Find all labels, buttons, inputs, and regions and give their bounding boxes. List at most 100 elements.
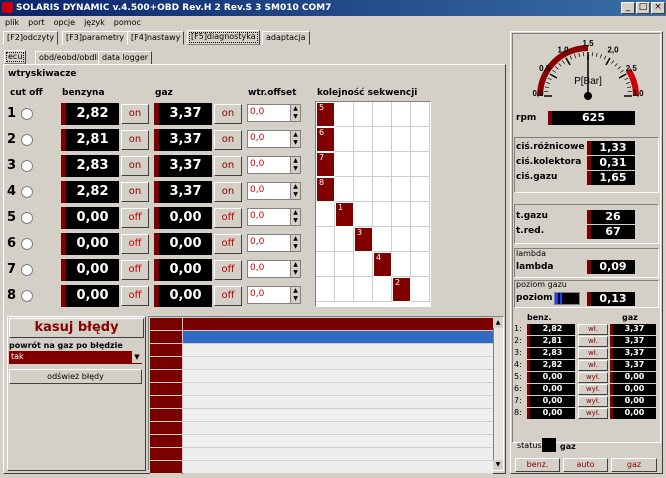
error-row[interactable] — [183, 409, 493, 422]
injector-toggle-benz[interactable]: off — [121, 208, 149, 228]
spinner-arrows-icon[interactable]: ▲ ▼ — [290, 261, 300, 277]
spinner-arrows-icon[interactable]: ▲ ▼ — [290, 131, 300, 147]
spinner-arrows-icon[interactable]: ▲ ▼ — [290, 157, 300, 173]
summary-toggle-button[interactable]: wył. — [578, 384, 608, 395]
sequence-grid-cell — [316, 202, 335, 227]
menu-pomoc[interactable]: pomoc — [114, 18, 141, 27]
error-row[interactable] — [183, 331, 493, 344]
sequence-grid-cell — [335, 277, 354, 302]
summary-gaz-value: 0,00 — [610, 408, 656, 419]
injector-toggle-gaz[interactable]: on — [214, 104, 242, 124]
spinner-arrows-icon[interactable]: ▲ ▼ — [290, 105, 300, 121]
sequence-cell: 7 — [316, 152, 335, 177]
error-row[interactable] — [183, 344, 493, 357]
cutoff-radio[interactable] — [21, 134, 33, 146]
injector-toggle-gaz[interactable]: off — [214, 234, 242, 254]
summary-toggle-button[interactable]: wył. — [578, 408, 608, 419]
mode-benz-button[interactable]: benz. — [515, 458, 560, 472]
summary-toggle-button[interactable]: wł. — [578, 360, 608, 371]
injector-toggle-gaz[interactable]: on — [214, 156, 242, 176]
injector-number: 6 — [7, 236, 17, 251]
error-row[interactable] — [183, 396, 493, 409]
pressure-label: ciś.różnicowe — [516, 142, 585, 152]
cutoff-radio[interactable] — [21, 186, 33, 198]
menu-plik[interactable]: plik — [5, 18, 19, 27]
refresh-errors-button[interactable]: odśwież błędy — [9, 369, 142, 384]
injector-toggle-gaz[interactable]: on — [214, 182, 242, 202]
injector-toggle-benz[interactable]: on — [121, 130, 149, 150]
error-row[interactable] — [183, 383, 493, 396]
menu-port[interactable]: port — [28, 18, 44, 27]
error-row-code — [150, 383, 182, 396]
subtab-obd[interactable]: obd/eobd/obdII — [35, 51, 104, 65]
offset-spinner[interactable]: 0,0 ▲ ▼ — [247, 234, 301, 252]
error-row[interactable] — [183, 461, 493, 474]
cutoff-radio[interactable] — [21, 290, 33, 302]
tab-diagnostyka[interactable]: [F5]diagnostyka — [187, 30, 260, 45]
cutoff-radio[interactable] — [21, 108, 33, 120]
scroll-down-icon[interactable]: ▼ — [493, 460, 503, 470]
tab-nastawy[interactable]: [F4]nastawy — [127, 31, 185, 45]
summary-toggle-button[interactable]: wył. — [578, 396, 608, 407]
minimize-button[interactable]: _ — [621, 2, 635, 14]
injector-toggle-gaz[interactable]: off — [214, 260, 242, 280]
return-gas-select[interactable]: tak ▼ — [9, 351, 142, 364]
injector-toggle-gaz[interactable]: off — [214, 286, 242, 306]
cutoff-radio[interactable] — [21, 212, 33, 224]
tab-odczyty[interactable]: [F2]odczyty — [3, 31, 59, 45]
error-row[interactable] — [183, 435, 493, 448]
offset-spinner[interactable]: 0,0 ▲ ▼ — [247, 286, 301, 304]
error-list-scrollbar[interactable] — [493, 318, 503, 470]
error-row[interactable] — [183, 448, 493, 461]
error-row[interactable] — [183, 370, 493, 383]
mode-gaz-button[interactable]: gaz — [611, 458, 657, 472]
subtab-ecu[interactable]: ecu — [4, 50, 27, 64]
offset-spinner[interactable]: 0,0 ▲ ▼ — [247, 260, 301, 278]
gauge-tick-label: 1,5 — [582, 39, 594, 48]
scroll-up-icon[interactable]: ▲ — [493, 318, 503, 328]
offset-spinner[interactable]: 0,0 ▲ ▼ — [247, 208, 301, 226]
injector-toggle-benz[interactable]: on — [121, 156, 149, 176]
injector-toggle-benz[interactable]: off — [121, 234, 149, 254]
benzyna-time: 0,00 — [61, 259, 119, 281]
cutoff-radio[interactable] — [21, 238, 33, 250]
offset-spinner[interactable]: 0,0 ▲ ▼ — [247, 182, 301, 200]
spinner-arrows-icon[interactable]: ▲ ▼ — [290, 209, 300, 225]
error-row[interactable] — [183, 422, 493, 435]
mode-auto-button[interactable]: auto — [563, 458, 608, 472]
spinner-arrows-icon[interactable]: ▲ ▼ — [290, 183, 300, 199]
summary-toggle-button[interactable]: wł. — [578, 324, 608, 335]
error-row[interactable] — [183, 318, 493, 331]
sequence-grid-cell — [354, 202, 373, 227]
injector-toggle-benz[interactable]: off — [121, 286, 149, 306]
sequence-cell: 2 — [392, 277, 411, 302]
menu-opcje[interactable]: opcje — [54, 18, 76, 27]
spinner-arrows-icon[interactable]: ▲ ▼ — [290, 235, 300, 251]
chevron-down-icon[interactable]: ▼ — [132, 351, 142, 363]
injector-toggle-gaz[interactable]: on — [214, 130, 242, 150]
sequence-grid-cell — [411, 202, 430, 227]
summary-toggle-button[interactable]: wył. — [578, 372, 608, 383]
injector-toggle-benz[interactable]: off — [121, 260, 149, 280]
injector-toggle-gaz[interactable]: off — [214, 208, 242, 228]
close-button[interactable]: × — [651, 2, 665, 14]
spinner-arrows-icon[interactable]: ▲ ▼ — [290, 287, 300, 303]
subtab-data-logger[interactable]: data logger — [98, 51, 153, 65]
injector-toggle-benz[interactable]: on — [121, 182, 149, 202]
tab-parametry[interactable]: [F3]parametry — [62, 31, 128, 45]
clear-errors-button[interactable]: kasuj błędy — [9, 318, 144, 338]
menu-jezyk[interactable]: język — [84, 18, 105, 27]
gauge-tick-label: 0,5 — [539, 64, 551, 73]
offset-spinner[interactable]: 0,0 ▲ ▼ — [247, 130, 301, 148]
summary-toggle-button[interactable]: wł. — [578, 336, 608, 347]
injector-toggle-benz[interactable]: on — [121, 104, 149, 124]
offset-spinner[interactable]: 0,0 ▲ ▼ — [247, 104, 301, 122]
cutoff-radio[interactable] — [21, 160, 33, 172]
tab-adaptacja[interactable]: adaptacja — [262, 31, 310, 45]
offset-spinner[interactable]: 0,0 ▲ ▼ — [247, 156, 301, 174]
cutoff-radio[interactable] — [21, 264, 33, 276]
summary-toggle-button[interactable]: wł. — [578, 348, 608, 359]
summary-row-number: 8: — [514, 408, 522, 417]
error-row[interactable] — [183, 357, 493, 370]
maximize-button[interactable]: □ — [636, 2, 650, 14]
